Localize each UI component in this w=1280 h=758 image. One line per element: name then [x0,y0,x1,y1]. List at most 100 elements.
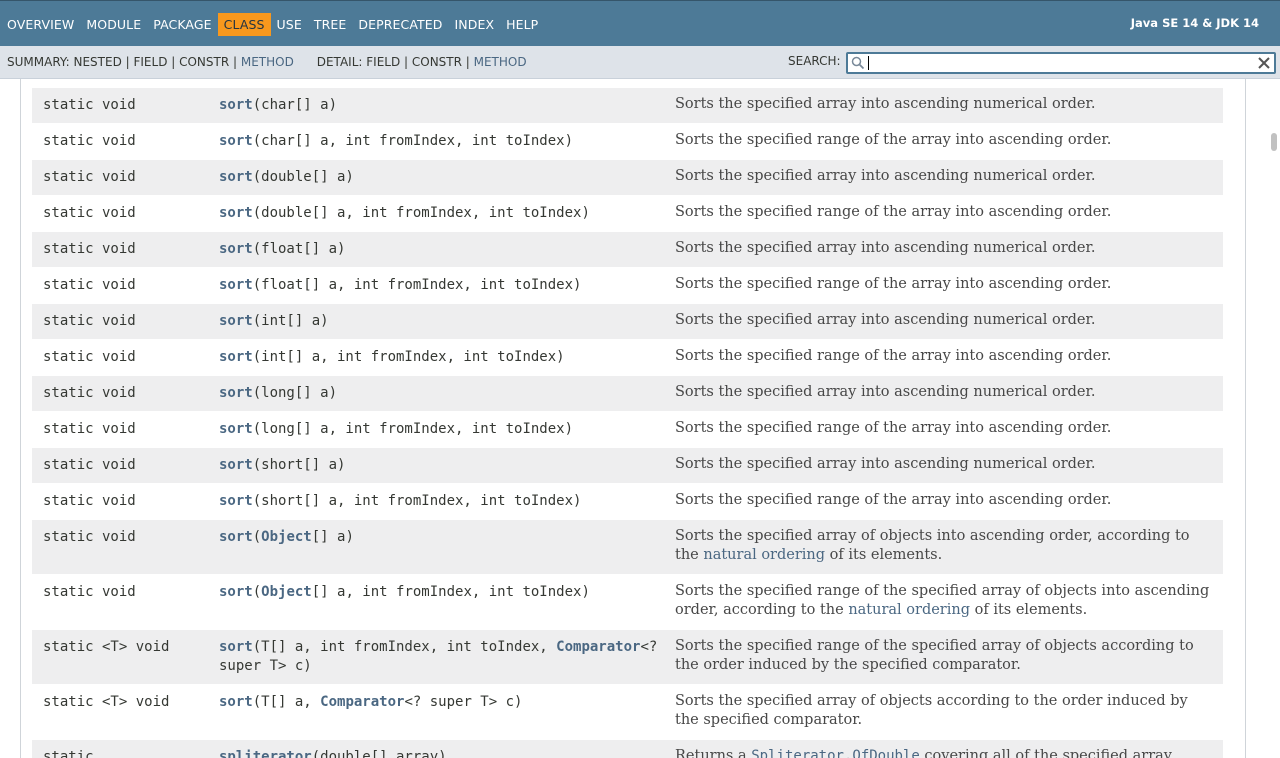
top-nav-bar: OVERVIEW MODULE PACKAGE CLASS USE TREE D… [0,0,1280,46]
method-params: (short[] a, int fromIndex, int toIndex) [252,493,582,509]
method-link[interactable]: sort [219,584,253,600]
modifier-type: static void [43,584,136,600]
method-description: Sorts the specified range of the array i… [675,132,1112,148]
method-params: (long[] a) [252,385,338,401]
table-row: static void sort(float[] a) Sorts the spec… [32,232,1223,268]
method-link[interactable]: sort [219,529,253,545]
about-label: Java SE 14 & JDK 14 [1130,16,1259,30]
method-params: (double[] a, int fromIndex, int toIndex) [252,205,590,221]
method-description: Sorts the specified range of the array i… [675,276,1112,292]
method-link[interactable]: sort [219,639,253,655]
summary-method-link[interactable]: METHOD [241,55,294,69]
method-description: Sorts the specified array into ascending… [675,168,1096,184]
nav-package[interactable]: PACKAGE [147,13,217,36]
nav-module[interactable]: MODULE [80,13,147,36]
method-signature: sort(T[] a, int fromIndex, int toIndex, … [219,638,674,676]
method-link[interactable]: sort [219,133,253,149]
table-row: static void sort(int[] a, int fromIndex, … [32,340,1223,376]
method-params: (int[] a, int fromIndex, int toIndex) [252,349,565,365]
method-signature: sort(char[] a) [219,96,674,115]
natural-ordering-link[interactable]: natural ordering [848,602,970,618]
method-signature: sort(long[] a, int fromIndex, int toInde… [219,420,674,439]
method-description: Sorts the specified array of objects int… [675,527,1215,565]
detail-links[interactable]: DETAIL: FIELD | CONSTR | [317,55,474,69]
method-link[interactable]: sort [219,385,253,401]
type-link[interactable]: Object [261,529,312,545]
spliterator-link[interactable]: Spliterator.OfDouble [751,748,920,758]
table-row: static <T> void sort(T[] a, int fromIndex… [32,630,1223,685]
method-description: Sorts the specified range of the array i… [675,348,1112,364]
method-signature: sort(Object[] a, int fromIndex, int toIn… [219,583,674,602]
modifier-type: static void [43,133,136,149]
method-description: Sorts the specified array into ascending… [675,240,1096,256]
nav-help[interactable]: HELP [500,13,544,36]
method-signature: sort(Object[] a) [219,528,674,547]
method-signature: sort(T[] a, Comparator<? super T> c) [219,693,674,712]
search-label: SEARCH: [788,54,841,68]
method-link[interactable]: sort [219,457,253,473]
method-params: (int[] a) [252,313,329,329]
method-link[interactable]: sort [219,694,253,710]
method-link[interactable]: sort [219,349,253,365]
nav-overview[interactable]: OVERVIEW [1,13,80,36]
nav-tree[interactable]: TREE [308,13,353,36]
type-link[interactable]: Comparator [320,694,404,710]
table-row: staticSpliterator.OfDouble spliterator(do… [32,740,1223,758]
method-link[interactable]: sort [219,205,253,221]
method-description: Sorts the specified array into ascending… [675,384,1096,400]
reset-icon[interactable] [1257,56,1271,70]
modifier-type: static void [43,385,136,401]
nav-deprecated[interactable]: DEPRECATED [352,13,448,36]
method-signature: sort(short[] a) [219,456,674,475]
method-link[interactable]: sort [219,421,253,437]
table-row: static void sort(short[] a) Sorts the spec… [32,448,1223,484]
method-params: (char[] a, int fromIndex, int toIndex) [252,133,574,149]
method-description: Sorts the specified range of the array i… [675,492,1112,508]
method-link[interactable]: sort [219,241,253,257]
modifier-type: static <T> void [43,639,170,655]
table-row: static void sort(double[] a) Sorts the spe… [32,160,1223,196]
modifier-type: static void [43,349,136,365]
method-params: [] a, int fromIndex, int toIndex) [311,584,590,600]
method-params: [] a) [311,529,354,545]
method-link[interactable]: sort [219,169,253,185]
modifier-type: static void [43,205,136,221]
method-link[interactable]: spliterator [219,749,312,758]
table-row: static void sort(long[] a) Sorts the speci… [32,376,1223,412]
method-link[interactable]: sort [219,97,253,113]
method-params: (double[] a) [252,169,354,185]
table-row: static void sort(double[] a, int fromInde… [32,196,1223,232]
method-params: (double[] array) [311,749,447,758]
method-params: <? super T> c) [404,694,523,710]
nav-class[interactable]: CLASS [217,12,271,36]
method-signature: sort(float[] a, int fromIndex, int toInd… [219,276,674,295]
modifier-type: static void [43,421,136,437]
method-signature: sort(float[] a) [219,240,674,259]
method-link[interactable]: sort [219,313,253,329]
method-link[interactable]: sort [219,277,253,293]
search-input[interactable] [846,52,1276,74]
vertical-scrollbar[interactable] [1266,79,1280,758]
table-row: static void sort(float[] a, int fromIndex… [32,268,1223,304]
detail-method-link[interactable]: METHOD [474,55,527,69]
modifier-type: static void [43,457,136,473]
modifier-type: static <T> void [43,694,170,710]
type-link[interactable]: Object [261,584,312,600]
nav-use[interactable]: USE [271,13,308,36]
method-params: (T[] a, int fromIndex, int toIndex, [252,639,557,655]
subnav-links: SUMMARY: NESTED | FIELD | CONSTR | METHO… [7,55,527,69]
modifier-type: static void [43,529,136,545]
type-link[interactable]: Comparator [556,639,640,655]
scrollbar-thumb[interactable] [1271,133,1277,151]
nav-index[interactable]: INDEX [449,13,501,36]
method-signature: sort(int[] a, int fromIndex, int toIndex… [219,348,674,367]
method-description: Sorts the specified array into ascending… [675,96,1096,112]
method-link[interactable]: sort [219,493,253,509]
modifier-type: staticSpliterator.OfDouble [43,748,213,758]
method-description: Sorts the specified range of the specifi… [675,582,1215,620]
summary-links[interactable]: SUMMARY: NESTED | FIELD | CONSTR | [7,55,241,69]
natural-ordering-link[interactable]: natural ordering [703,547,825,563]
method-description: Sorts the specified range of the array i… [675,420,1112,436]
method-params: (char[] a) [252,97,338,113]
modifier-type: static void [43,493,136,509]
